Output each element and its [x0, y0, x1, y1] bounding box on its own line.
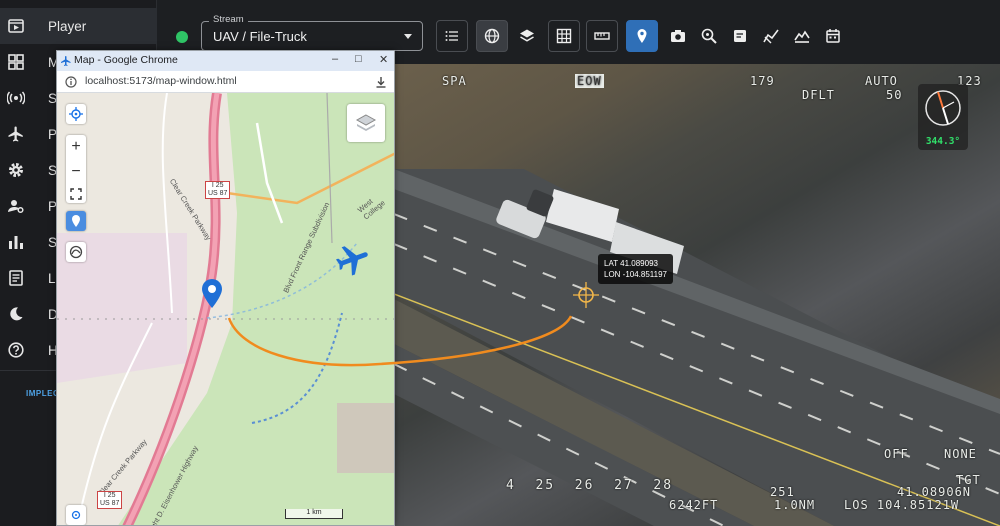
- chevron-down-icon: [404, 34, 412, 39]
- zoom-target-icon: [701, 28, 717, 44]
- hud-mode: SPA: [442, 74, 467, 88]
- crosshair-icon: [71, 510, 81, 520]
- crosshair-icon: [69, 107, 83, 121]
- draw-tool-button[interactable]: [66, 242, 86, 262]
- list-icon: [445, 31, 458, 41]
- note-icon: [734, 30, 746, 42]
- sidebar-item-label: L: [48, 270, 56, 286]
- hud-none: NONE: [944, 447, 977, 461]
- recenter-button[interactable]: [66, 505, 86, 525]
- compass-icon: [925, 90, 961, 126]
- zoom-in-button[interactable]: +: [71, 138, 80, 156]
- close-icon[interactable]: ✕: [379, 53, 388, 66]
- layers-icon: [355, 114, 377, 131]
- address-bar[interactable]: localhost:5173/map-window.html: [57, 71, 394, 93]
- download-icon[interactable]: [375, 76, 387, 88]
- help-icon: [7, 341, 25, 359]
- map-pin-icon: [72, 215, 80, 227]
- stream-select-value: UAV / File-Truck: [213, 29, 307, 44]
- highway-shield: I 25 US 87: [97, 491, 123, 509]
- graph-icon: [763, 29, 779, 44]
- locate-button[interactable]: [66, 104, 86, 124]
- aircraft-icon: [335, 246, 368, 276]
- map-scale-bar: 1 km: [285, 509, 343, 519]
- window-titlebar[interactable]: Map - Google Chrome – □ ✕: [57, 51, 394, 71]
- minimize-icon[interactable]: –: [332, 53, 338, 65]
- note-button[interactable]: [724, 20, 756, 52]
- graph-button[interactable]: [755, 20, 787, 52]
- hud-altitude: 6242FT: [669, 498, 719, 512]
- map-canvas[interactable]: Clear Creek Parkway Clear Creek Parkway …: [57, 93, 394, 525]
- map-pin-toggle[interactable]: [66, 211, 86, 231]
- airplane-icon: [7, 125, 25, 143]
- position-marker-icon: [202, 279, 222, 308]
- map-window[interactable]: Map - Google Chrome – □ ✕ localhost:5173…: [56, 50, 395, 526]
- map-pin-button[interactable]: [626, 20, 658, 52]
- user-settings-icon: [7, 197, 25, 215]
- app-root: Player M S P S P S L D H IMPLEO Stream U…: [0, 0, 1000, 526]
- video-scene: [394, 169, 1000, 526]
- ruler-button[interactable]: [586, 20, 618, 52]
- globe-button[interactable]: [476, 20, 508, 52]
- window-title: Map - Google Chrome: [74, 54, 178, 66]
- tooltip-lat: LAT 41.089093: [604, 259, 658, 268]
- compass-widget: 344.3°: [918, 84, 968, 150]
- hud-target-lat: 41.08906N: [897, 485, 972, 499]
- terrain-icon: [794, 30, 810, 43]
- gear-icon: [7, 161, 25, 179]
- signature-icon: [69, 245, 83, 259]
- hud-off: OFF: [884, 447, 909, 461]
- hud-dflt: DFLT: [802, 88, 835, 102]
- grid-table-icon: [556, 28, 572, 44]
- hud-auto: AUTO: [865, 74, 898, 88]
- zoom-controls: + −: [66, 135, 86, 203]
- highway-shield: I 25 US 87: [205, 181, 231, 199]
- hud-range: 1.0NM: [774, 498, 816, 512]
- video-player-icon: [7, 17, 25, 35]
- url-text: localhost:5173/map-window.html: [85, 75, 237, 87]
- heading-readout: 344.3°: [925, 136, 961, 147]
- site-info-icon[interactable]: [65, 76, 77, 88]
- map-tiles: [57, 93, 394, 525]
- hud-value-50: 50: [886, 88, 903, 102]
- fullscreen-icon[interactable]: [70, 187, 82, 200]
- stream-select[interactable]: Stream UAV / File-Truck: [201, 14, 423, 51]
- crosshair-icon: [573, 282, 599, 308]
- maximize-icon[interactable]: □: [355, 53, 362, 65]
- sidebar-item-label: Player: [48, 18, 87, 34]
- list-button[interactable]: [436, 20, 468, 52]
- globe-icon: [484, 28, 500, 44]
- broadcast-icon: [7, 89, 25, 107]
- video-feed[interactable]: SPA EOW 179 AUTO 123 DFLT 50 344.3° LAT …: [394, 64, 1000, 526]
- moon-icon: [7, 305, 25, 323]
- grid-button[interactable]: [548, 20, 580, 52]
- snapshot-button[interactable]: [662, 20, 694, 52]
- hud-sensor: EOW: [575, 74, 604, 88]
- airplane-icon: [61, 56, 71, 66]
- hud-value-251: 251: [770, 485, 795, 499]
- hud-value-179: 179: [750, 74, 775, 88]
- ruler-icon: [594, 32, 610, 40]
- brand-label: IMPLEO: [26, 389, 60, 398]
- bar-chart-icon: [7, 233, 25, 251]
- stream-select-label: Stream: [209, 14, 248, 25]
- terrain-button[interactable]: [786, 20, 818, 52]
- camera-icon: [671, 30, 685, 42]
- zoom-target-button[interactable]: [693, 20, 725, 52]
- target-coordinate-tooltip: LAT 41.089093 LON -104.851197: [598, 254, 674, 284]
- hud-target-lon: LOS 104.85121W: [844, 498, 960, 512]
- layers-icon: [520, 29, 534, 42]
- zoom-out-button[interactable]: −: [71, 163, 80, 181]
- calendar-icon: [826, 29, 840, 43]
- grid-icon: [7, 53, 25, 71]
- map-pin-icon: [637, 29, 647, 43]
- tooltip-lon: LON -104.851197: [604, 270, 668, 279]
- sidebar-item-player[interactable]: Player: [0, 8, 157, 44]
- stream-status-indicator: [176, 31, 188, 43]
- layer-switcher-button[interactable]: [347, 104, 385, 142]
- layers-button[interactable]: [511, 20, 543, 52]
- calendar-button[interactable]: [817, 20, 849, 52]
- log-icon: [7, 269, 25, 287]
- hud-scale-ticks: 4 25 26 27 28: [506, 478, 674, 493]
